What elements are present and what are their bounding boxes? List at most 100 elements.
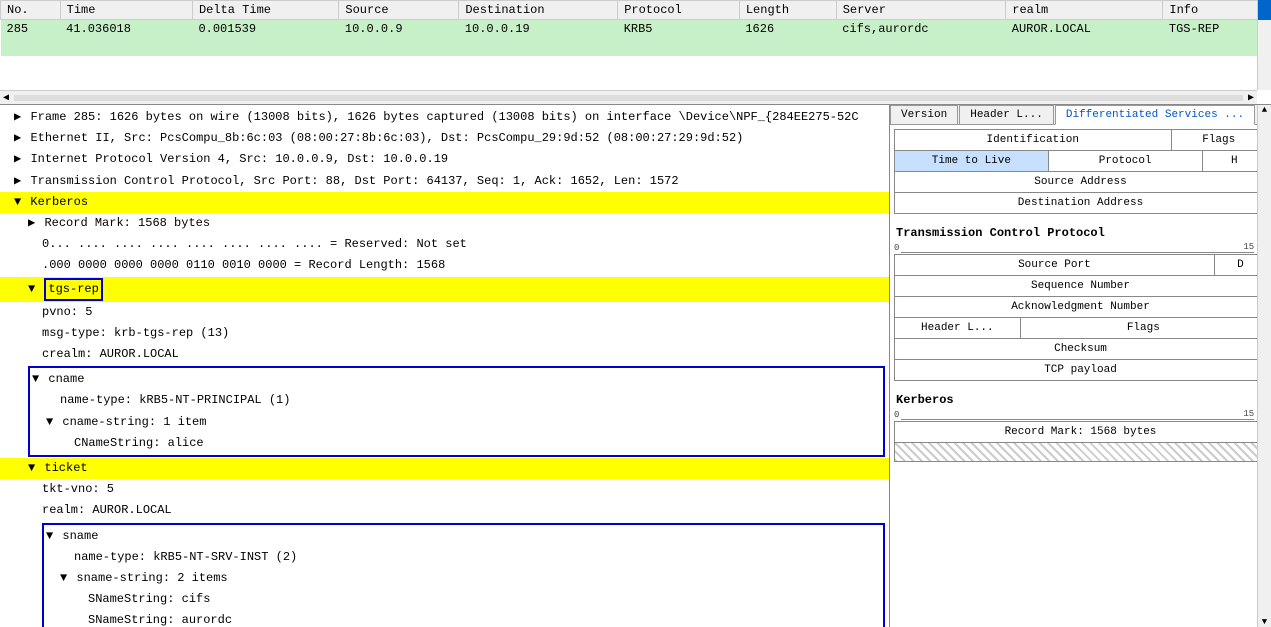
tree-sname-aurordc-line[interactable]: SNameString: aurordc bbox=[46, 610, 881, 627]
scrollbar-thumb bbox=[1258, 0, 1271, 20]
tree-msgtype-line[interactable]: msg-type: krb-tgs-rep (13) bbox=[0, 323, 889, 344]
tree-recordlength-text: .000 0000 0000 0000 0110 0010 0000 = Rec… bbox=[42, 258, 445, 272]
tree-ticket-text: ticket bbox=[44, 461, 87, 475]
tree-sname-nametype-line[interactable]: name-type: kRB5-NT-SRV-INST (2) bbox=[46, 547, 881, 568]
tree-msgtype-text: msg-type: krb-tgs-rep (13) bbox=[42, 326, 229, 340]
tree-realm-line[interactable]: realm: AUROR.LOCAL bbox=[0, 500, 889, 521]
ack-num-cell: Acknowledgment Number bbox=[894, 296, 1267, 318]
tab-version[interactable]: Version bbox=[890, 105, 958, 124]
flags-cell: Flags bbox=[1172, 129, 1268, 151]
checksum-cell: Checksum bbox=[894, 338, 1267, 360]
table-row[interactable]: 285 41.036018 0.001539 10.0.0.9 10.0.0.1… bbox=[1, 20, 1271, 39]
tree-cnamestring-text: cname-string: 1 item bbox=[62, 415, 206, 429]
tcp-ruler: 0 15 16 bbox=[894, 242, 1267, 254]
tree-reserved-line[interactable]: 0... .... .... .... .... .... .... .... … bbox=[0, 234, 889, 255]
tab-header-length[interactable]: Header L... bbox=[959, 105, 1054, 124]
tree-sname-text: sname bbox=[62, 529, 98, 543]
expand-icon[interactable]: ▶ bbox=[14, 174, 21, 188]
expand-icon-cname-string[interactable]: ▼ bbox=[46, 415, 53, 429]
diagram-scroll-down[interactable]: ▼ bbox=[1258, 617, 1271, 627]
diagram-scrollbar[interactable]: ▲ ▼ bbox=[1257, 105, 1271, 627]
tree-snamestring-line[interactable]: ▼ sname-string: 2 items bbox=[46, 568, 881, 589]
expand-icon-kerberos[interactable]: ▼ bbox=[14, 195, 21, 209]
tgsrep-label: tgs-rep bbox=[44, 278, 102, 301]
tree-ethernet-line[interactable]: ▶ Ethernet II, Src: PcsCompu_8b:6c:03 (0… bbox=[0, 128, 889, 149]
protocol-cell: Protocol bbox=[1049, 150, 1203, 172]
kerberos-ruler-start: 0 bbox=[894, 410, 899, 420]
expand-icon[interactable]: ▶ bbox=[14, 110, 21, 124]
table-row[interactable] bbox=[1, 38, 1271, 56]
tcp-payload-cell: TCP payload bbox=[894, 359, 1267, 381]
tree-tgsrep-line[interactable]: ▼ tgs-rep bbox=[0, 277, 889, 302]
cell-dest: 10.0.0.19 bbox=[459, 20, 618, 39]
ttl-cell: Time to Live bbox=[894, 150, 1049, 172]
diagram-scroll-up[interactable]: ▲ bbox=[1258, 105, 1271, 115]
cell-realm: AUROR.LOCAL bbox=[1006, 20, 1163, 39]
col-protocol: Protocol bbox=[618, 1, 740, 20]
tree-tcp-line[interactable]: ▶ Transmission Control Protocol, Src Por… bbox=[0, 171, 889, 192]
tree-nametype-line[interactable]: name-type: kRB5-NT-PRINCIPAL (1) bbox=[32, 390, 881, 411]
cell-protocol: KRB5 bbox=[618, 20, 740, 39]
tree-ip-line[interactable]: ▶ Internet Protocol Version 4, Src: 10.0… bbox=[0, 149, 889, 170]
tree-ethernet-text: Ethernet II, Src: PcsCompu_8b:6c:03 (08:… bbox=[30, 131, 743, 145]
expand-icon[interactable]: ▶ bbox=[14, 131, 21, 145]
expand-icon-cname[interactable]: ▼ bbox=[32, 372, 39, 386]
tree-recordmark-text: Record Mark: 1568 bytes bbox=[44, 216, 210, 230]
diagram-content: Identification Flags Time to Live Protoc… bbox=[890, 125, 1271, 627]
tree-recordmark-line[interactable]: ▶ Record Mark: 1568 bytes bbox=[0, 213, 889, 234]
tree-snamestring-text: sname-string: 2 items bbox=[76, 571, 227, 585]
cname-block: ▼ cname name-type: kRB5-NT-PRINCIPAL (1)… bbox=[28, 366, 885, 457]
tree-pvno-line[interactable]: pvno: 5 bbox=[0, 302, 889, 323]
tcp-row-6: TCP payload bbox=[894, 359, 1267, 381]
vertical-scrollbar[interactable] bbox=[1257, 0, 1271, 90]
expand-icon-tgsrep[interactable]: ▼ bbox=[28, 282, 35, 296]
tree-ticket-line[interactable]: ▼ ticket bbox=[0, 458, 889, 479]
identification-cell: Identification bbox=[894, 129, 1172, 151]
tree-crealm-line[interactable]: crealm: AUROR.LOCAL bbox=[0, 344, 889, 365]
tree-crealm-text: crealm: AUROR.LOCAL bbox=[42, 347, 179, 361]
tree-cnamestring-line[interactable]: ▼ cname-string: 1 item bbox=[32, 412, 881, 433]
seq-num-cell: Sequence Number bbox=[894, 275, 1267, 297]
tree-cname-line[interactable]: ▼ cname bbox=[32, 369, 881, 390]
cell-length: 1626 bbox=[739, 20, 836, 39]
tree-sname-cifs-line[interactable]: SNameString: cifs bbox=[46, 589, 881, 610]
cell-info: TGS-REP bbox=[1163, 20, 1271, 39]
empty-row bbox=[1, 38, 1271, 56]
tree-realm-text: realm: AUROR.LOCAL bbox=[42, 503, 172, 517]
kerberos-ruler: 0 15 16 bbox=[894, 409, 1267, 421]
packet-list: No. Time Delta Time Source Destination P… bbox=[0, 0, 1271, 105]
tree-recordlength-line[interactable]: .000 0000 0000 0000 0110 0010 0000 = Rec… bbox=[0, 255, 889, 276]
tree-cname-text: cname bbox=[48, 372, 84, 386]
tcp-row-1: Source Port D bbox=[894, 254, 1267, 276]
source-port-cell: Source Port bbox=[894, 254, 1215, 276]
cell-source: 10.0.0.9 bbox=[339, 20, 459, 39]
tree-panel: ▶ Frame 285: 1626 bytes on wire (13008 b… bbox=[0, 105, 890, 627]
tab-diff-services[interactable]: Differentiated Services ... bbox=[1055, 105, 1255, 125]
scroll-right-arrow[interactable]: ▶ bbox=[1245, 92, 1257, 104]
col-time: Time bbox=[60, 1, 192, 20]
tree-pvno-text: pvno: 5 bbox=[42, 305, 92, 319]
tree-frame-text: Frame 285: 1626 bytes on wire (13008 bit… bbox=[30, 110, 858, 124]
expand-icon[interactable]: ▶ bbox=[28, 216, 35, 230]
tree-kerberos-text: Kerberos bbox=[30, 195, 88, 209]
expand-icon-sname-string[interactable]: ▼ bbox=[60, 571, 67, 585]
tree-alice-line[interactable]: CNameString: alice bbox=[32, 433, 881, 454]
col-dest: Destination bbox=[459, 1, 618, 20]
tree-nametype-text: name-type: kRB5-NT-PRINCIPAL (1) bbox=[60, 393, 290, 407]
tree-frame-line[interactable]: ▶ Frame 285: 1626 bytes on wire (13008 b… bbox=[0, 107, 889, 128]
cell-delta: 0.001539 bbox=[192, 20, 338, 39]
packet-table: No. Time Delta Time Source Destination P… bbox=[0, 0, 1271, 56]
expand-icon[interactable]: ▶ bbox=[14, 152, 21, 166]
scroll-left-arrow[interactable]: ◀ bbox=[0, 92, 12, 104]
expand-icon-sname[interactable]: ▼ bbox=[46, 529, 53, 543]
expand-icon-ticket[interactable]: ▼ bbox=[28, 461, 35, 475]
tcp-row-3: Acknowledgment Number bbox=[894, 296, 1267, 318]
col-no: No. bbox=[1, 1, 61, 20]
tree-sname-aurordc-text: SNameString: aurordc bbox=[88, 613, 232, 627]
tree-sname-line[interactable]: ▼ sname bbox=[46, 526, 881, 547]
tree-tktvno-line[interactable]: tkt-vno: 5 bbox=[0, 479, 889, 500]
col-source: Source bbox=[339, 1, 459, 20]
hatch-cell bbox=[894, 442, 1267, 462]
tree-kerberos-line[interactable]: ▼ Kerberos bbox=[0, 192, 889, 213]
horizontal-scrollbar[interactable]: ◀ ▶ bbox=[0, 90, 1257, 104]
